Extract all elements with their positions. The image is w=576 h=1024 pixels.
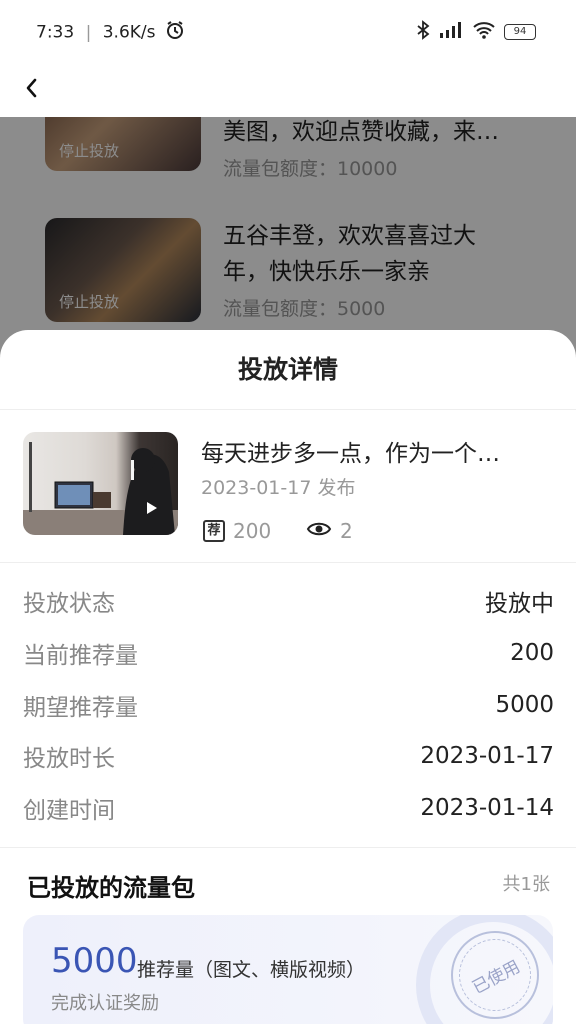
divider bbox=[0, 847, 576, 848]
used-stamp: 已使用 bbox=[446, 926, 544, 1024]
status-icons: 94 bbox=[416, 20, 536, 44]
status-separator: | bbox=[85, 22, 92, 43]
network-speed: 3.6K/s bbox=[102, 22, 156, 43]
detail-row-expected: 期望推荐量 5000 bbox=[23, 685, 554, 725]
chevron-left-icon bbox=[24, 77, 38, 103]
detail-row-current: 当前推荐量 200 bbox=[23, 633, 554, 673]
signal-icon bbox=[438, 20, 464, 44]
detail-label: 投放状态 bbox=[23, 591, 115, 617]
video-thumbnail[interactable] bbox=[23, 432, 178, 535]
detail-label: 期望推荐量 bbox=[23, 695, 138, 721]
back-button[interactable] bbox=[18, 70, 44, 110]
packs-header: 已投放的流量包 bbox=[27, 874, 195, 902]
detail-value: 2023-01-14 bbox=[420, 795, 554, 821]
view-stat: 2 bbox=[306, 519, 353, 543]
wifi-icon bbox=[472, 20, 496, 44]
divider bbox=[0, 562, 576, 563]
detail-row-status: 投放状态 投放中 bbox=[23, 581, 554, 621]
recommend-stat: 荐 200 bbox=[203, 519, 271, 543]
detail-row-duration: 投放时长 2023-01-17 bbox=[23, 736, 554, 776]
detail-label: 投放时长 bbox=[23, 746, 115, 772]
divider bbox=[0, 409, 576, 410]
view-count: 2 bbox=[340, 519, 353, 543]
pack-reward: 完成认证奖励 bbox=[51, 993, 159, 1014]
pack-amount: 5000 bbox=[51, 941, 138, 981]
status-bar: 7:33 | 3.6K/s 94 bbox=[0, 0, 576, 62]
traffic-pack-card[interactable]: 5000 推荐量（图文、横版视频） 完成认证奖励 已使用 bbox=[23, 915, 553, 1024]
battery-icon: 94 bbox=[504, 24, 536, 40]
navbar bbox=[0, 62, 576, 117]
detail-value: 投放中 bbox=[485, 591, 554, 617]
detail-label: 创建时间 bbox=[23, 798, 115, 824]
detail-value: 200 bbox=[510, 640, 554, 666]
recommend-count: 200 bbox=[233, 519, 272, 543]
sheet-title: 投放详情 bbox=[237, 355, 338, 384]
status-time-group: 7:33 | 3.6K/s bbox=[36, 20, 185, 45]
detail-row-created: 创建时间 2023-01-14 bbox=[23, 788, 554, 828]
bluetooth-icon bbox=[416, 20, 430, 44]
detail-sheet: 投放详情 每天进步多一点，作为一个… 2023-01-17 发布 荐 200 2… bbox=[0, 330, 576, 1024]
status-time: 7:33 bbox=[36, 22, 75, 43]
pack-description: 推荐量（图文、横版视频） bbox=[137, 959, 366, 981]
detail-label: 当前推荐量 bbox=[23, 643, 138, 669]
detail-value: 5000 bbox=[495, 692, 554, 718]
packs-total: 共1张 bbox=[502, 874, 550, 895]
video-title[interactable]: 每天进步多一点，作为一个… bbox=[201, 434, 551, 468]
alarm-icon bbox=[165, 20, 185, 45]
recommend-icon: 荐 bbox=[203, 520, 225, 542]
detail-value: 2023-01-17 bbox=[420, 743, 554, 769]
play-icon bbox=[146, 500, 158, 519]
video-date: 2023-01-17 发布 bbox=[201, 477, 356, 499]
video-scene bbox=[23, 442, 178, 535]
eye-icon bbox=[306, 519, 332, 543]
